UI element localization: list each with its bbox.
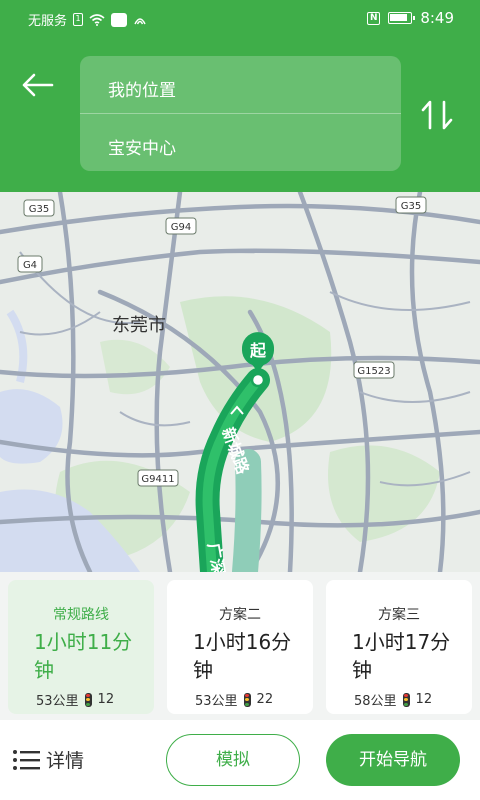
plan-name: 方案二 (219, 607, 261, 623)
road-shield-label: G4 (23, 260, 37, 271)
plan-duration: 1小时16分钟 (193, 630, 292, 682)
route-header: 我的位置 宝安中心 (0, 36, 480, 192)
alt-route (232, 449, 262, 572)
traffic-light-icon (84, 692, 92, 707)
plan-lights: 12 (97, 692, 115, 707)
plan-distance: 53公里 (36, 694, 79, 709)
plan-meta: 53公里 12 (36, 690, 114, 709)
plan-lights: 12 (415, 692, 433, 707)
road-shield-label: G35 (401, 201, 421, 212)
search-divider (80, 113, 401, 114)
signal-icon (134, 17, 146, 24)
road-shield: G4 (17, 255, 43, 273)
route-plans: 常规路线 1小时11分钟 53公里 12 方案二 1小时16分钟 53公里 22… (0, 572, 480, 720)
plan-lights: 22 (256, 692, 274, 707)
map-canvas: G35 G94 G35 G4 G1523 G9411 东莞市 新城路 广深 起 (0, 192, 480, 572)
road-shield-label: G35 (29, 204, 49, 215)
traffic-light-icon (402, 692, 410, 707)
clock: 8:49 (420, 9, 454, 27)
swap-icon[interactable] (418, 96, 456, 134)
hd-icon (111, 12, 128, 27)
status-left: 无服务 1 (28, 10, 147, 29)
details-label: 详情 (46, 750, 85, 772)
battery-icon (388, 12, 416, 24)
road-shield: G35 (23, 199, 55, 217)
destination-field[interactable]: 宝安中心 (108, 134, 176, 159)
origin-field[interactable]: 我的位置 (108, 76, 176, 101)
road-shield: G1523 (353, 361, 395, 379)
plan-name: 常规路线 (53, 607, 109, 623)
plan-distance: 53公里 (195, 694, 238, 709)
simulate-button[interactable]: 模拟 (166, 734, 300, 786)
plan-card-2[interactable]: 方案二 1小时16分钟 53公里 22 (167, 580, 313, 714)
plan-duration: 1小时11分钟 (34, 630, 133, 682)
plan-meta: 58公里 12 (354, 690, 432, 709)
back-arrow-icon[interactable] (20, 70, 56, 100)
plan-distance: 58公里 (354, 694, 397, 709)
carrier-text: 无服务 (28, 14, 68, 29)
plan-name: 方案三 (378, 607, 420, 623)
road-shield: G35 (395, 196, 427, 214)
nfc-icon: N (367, 11, 381, 25)
start-navigation-button[interactable]: 开始导航 (326, 734, 460, 786)
plan-meta: 53公里 22 (195, 690, 273, 709)
road-shield: G9411 (137, 469, 179, 487)
wifi-icon (89, 13, 105, 26)
road-shield: G94 (165, 217, 197, 235)
sim-icon: 1 (73, 13, 84, 26)
traffic-light-icon (243, 692, 251, 707)
map-view[interactable]: G35 G94 G35 G4 G1523 G9411 东莞市 新城路 广深 起 (0, 192, 480, 572)
status-bar: 无服务 1 N 8:49 (0, 0, 480, 36)
city-label: 东莞市 (112, 315, 166, 336)
plan-card-1[interactable]: 常规路线 1小时11分钟 53公里 12 (8, 580, 154, 714)
details-button[interactable]: 详情 (12, 746, 84, 773)
list-icon (13, 749, 40, 770)
start-marker-label: 起 (249, 341, 267, 360)
plan-card-3[interactable]: 方案三 1小时17分钟 58公里 12 (326, 580, 472, 714)
bottom-action-bar: 详情 模拟 开始导航 (0, 720, 480, 800)
status-right: N 8:49 (367, 9, 454, 27)
road-shield-label: G94 (171, 222, 191, 233)
road-shield-label: G9411 (141, 474, 174, 485)
route-search-box: 我的位置 宝安中心 (80, 56, 401, 171)
plan-duration: 1小时17分钟 (352, 630, 451, 682)
road-shield-label: G1523 (357, 366, 390, 377)
